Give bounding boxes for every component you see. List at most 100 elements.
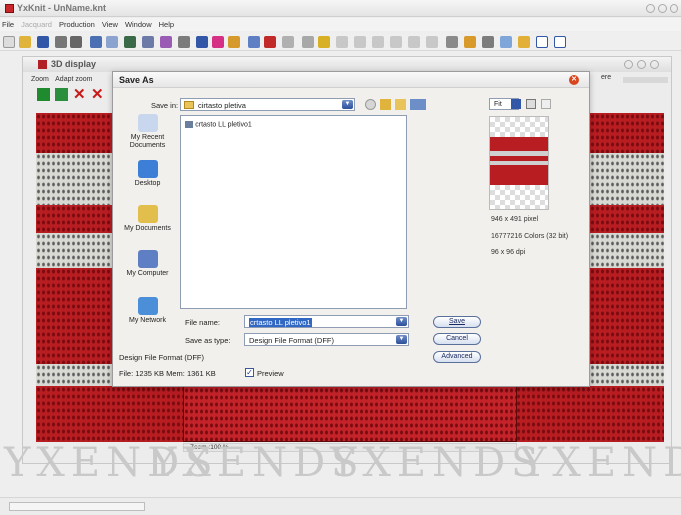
format-label: Design File Format (DFF) <box>119 353 205 362</box>
place-my-recent-documents[interactable]: My Recent Documents <box>119 114 176 150</box>
stitch-icon-2[interactable] <box>354 36 366 48</box>
save-display-icon[interactable] <box>55 88 68 101</box>
chevron-down-icon: ▼ <box>396 317 407 326</box>
stitch-icon-5[interactable] <box>408 36 420 48</box>
image-colors: 16777216 Colors (32 bit) <box>491 233 569 240</box>
import-icon[interactable] <box>124 36 136 48</box>
file-preview-image <box>489 116 549 210</box>
panel-icon[interactable] <box>554 36 566 48</box>
3d-display-title-bar: 3D display <box>23 57 671 72</box>
layers-icon[interactable] <box>518 36 530 48</box>
fill-icon[interactable] <box>212 36 224 48</box>
chart-icon[interactable] <box>248 36 260 48</box>
menu-bar: File Jacquard Production View Window Help <box>0 18 681 31</box>
close-button[interactable] <box>670 4 678 13</box>
inner-minimize-button[interactable] <box>624 60 633 69</box>
print-icon[interactable] <box>55 36 67 48</box>
save-button[interactable]: Save <box>433 316 481 328</box>
preview-red-band <box>490 137 548 151</box>
file-name-label: File name: <box>185 318 221 327</box>
menu-production[interactable]: Production <box>59 20 95 29</box>
advanced-button[interactable]: Advanced <box>433 351 481 363</box>
maximize-button[interactable] <box>658 4 667 13</box>
preview-option-icon[interactable] <box>541 99 551 109</box>
knit-band-white <box>36 153 112 205</box>
save-copy-icon[interactable] <box>196 36 208 48</box>
main-toolbar <box>0 33 681 51</box>
knit-selection-area[interactable] <box>183 386 517 442</box>
app-status-bar <box>0 497 681 515</box>
delete-all-icon[interactable]: ✕ <box>91 87 104 102</box>
file-list[interactable]: crtasto LL pletivo1 <box>180 115 407 309</box>
status-field <box>9 502 145 511</box>
menu-jacquard[interactable]: Jacquard <box>21 20 52 29</box>
place-label: My Documents <box>124 225 171 232</box>
views-menu-icon[interactable] <box>410 99 426 110</box>
pattern-icon[interactable] <box>90 36 102 48</box>
menu-window[interactable]: Window <box>125 20 152 29</box>
menu-file[interactable]: File <box>2 20 14 29</box>
cancel-button[interactable]: Cancel <box>433 333 481 345</box>
frame-icon[interactable] <box>536 36 548 48</box>
wand-icon[interactable] <box>446 36 458 48</box>
palette-icon[interactable] <box>464 36 476 48</box>
line-icon[interactable] <box>302 36 314 48</box>
chevron-down-icon: ▼ <box>396 335 407 344</box>
back-icon[interactable] <box>365 99 376 110</box>
preview-checkbox[interactable]: ✓ <box>245 368 254 377</box>
menu-help[interactable]: Help <box>159 20 174 29</box>
knit-band-red <box>36 113 112 153</box>
flag-icon[interactable] <box>264 36 276 48</box>
pen-icon[interactable] <box>178 36 190 48</box>
place-label: My Recent Documents <box>129 134 166 149</box>
table-icon[interactable] <box>482 36 494 48</box>
stitch-icon-1[interactable] <box>336 36 348 48</box>
delete-icon[interactable]: ✕ <box>73 87 86 102</box>
my-computer-icon <box>137 250 158 268</box>
dialog-close-icon[interactable]: ✕ <box>569 75 579 85</box>
menu-fragment[interactable]: ere <box>601 74 611 81</box>
save-as-dialog: Save As ✕ Save in: cirtasto pletiva ▼ My… <box>112 71 590 387</box>
view-mode-value: Fit <box>494 101 502 108</box>
brush-icon[interactable] <box>160 36 172 48</box>
minimize-button[interactable] <box>646 4 655 13</box>
hint-icon[interactable] <box>318 36 330 48</box>
open-folder-icon[interactable] <box>19 36 31 48</box>
new-folder-icon[interactable] <box>395 99 406 110</box>
inner-close-button[interactable] <box>650 60 659 69</box>
menu-adapt-zoom[interactable]: Adapt zoom <box>55 76 92 83</box>
image-icon[interactable] <box>142 36 154 48</box>
up-folder-icon[interactable] <box>380 99 391 110</box>
place-desktop[interactable]: Desktop <box>119 160 176 188</box>
zoom-fit-icon[interactable] <box>511 99 521 109</box>
save-icon[interactable] <box>37 36 49 48</box>
place-my-network[interactable]: My Network <box>119 297 176 325</box>
inner-maximize-button[interactable] <box>637 60 646 69</box>
stitch-icon-3[interactable] <box>372 36 384 48</box>
menu-view[interactable]: View <box>102 20 118 29</box>
grid-icon[interactable] <box>106 36 118 48</box>
file-name-input[interactable]: crtasto LL pletivo1 ▼ <box>244 315 409 328</box>
print-preview-icon[interactable] <box>70 36 82 48</box>
new-file-icon[interactable] <box>3 36 15 48</box>
play-icon[interactable] <box>37 88 50 101</box>
stitch-icon-6[interactable] <box>426 36 438 48</box>
folder-icon <box>184 101 194 109</box>
file-info: File: 1235 KB Mem: 1361 KB <box>119 369 216 378</box>
save-as-type-dropdown[interactable]: Design File Format (DFF) ▼ <box>244 333 409 346</box>
file-item-name: crtasto LL pletivo1 <box>195 121 252 129</box>
preview-red-band <box>490 165 548 185</box>
save-in-dropdown[interactable]: cirtasto pletiva ▼ <box>180 98 355 111</box>
crop-icon[interactable] <box>282 36 294 48</box>
file-item[interactable]: crtasto LL pletivo1 <box>185 120 252 129</box>
transparency-pattern <box>490 117 548 137</box>
preview-page-icon[interactable] <box>526 99 536 109</box>
color-icon[interactable] <box>228 36 240 48</box>
menu-zoom[interactable]: Zoom <box>31 76 49 83</box>
place-my-computer[interactable]: My Computer <box>119 250 176 278</box>
image-dpi: 96 x 96 dpi <box>491 249 526 256</box>
window-icon[interactable] <box>500 36 512 48</box>
place-my-documents[interactable]: My Documents <box>119 205 176 233</box>
app-icon <box>5 4 14 13</box>
stitch-icon-4[interactable] <box>390 36 402 48</box>
